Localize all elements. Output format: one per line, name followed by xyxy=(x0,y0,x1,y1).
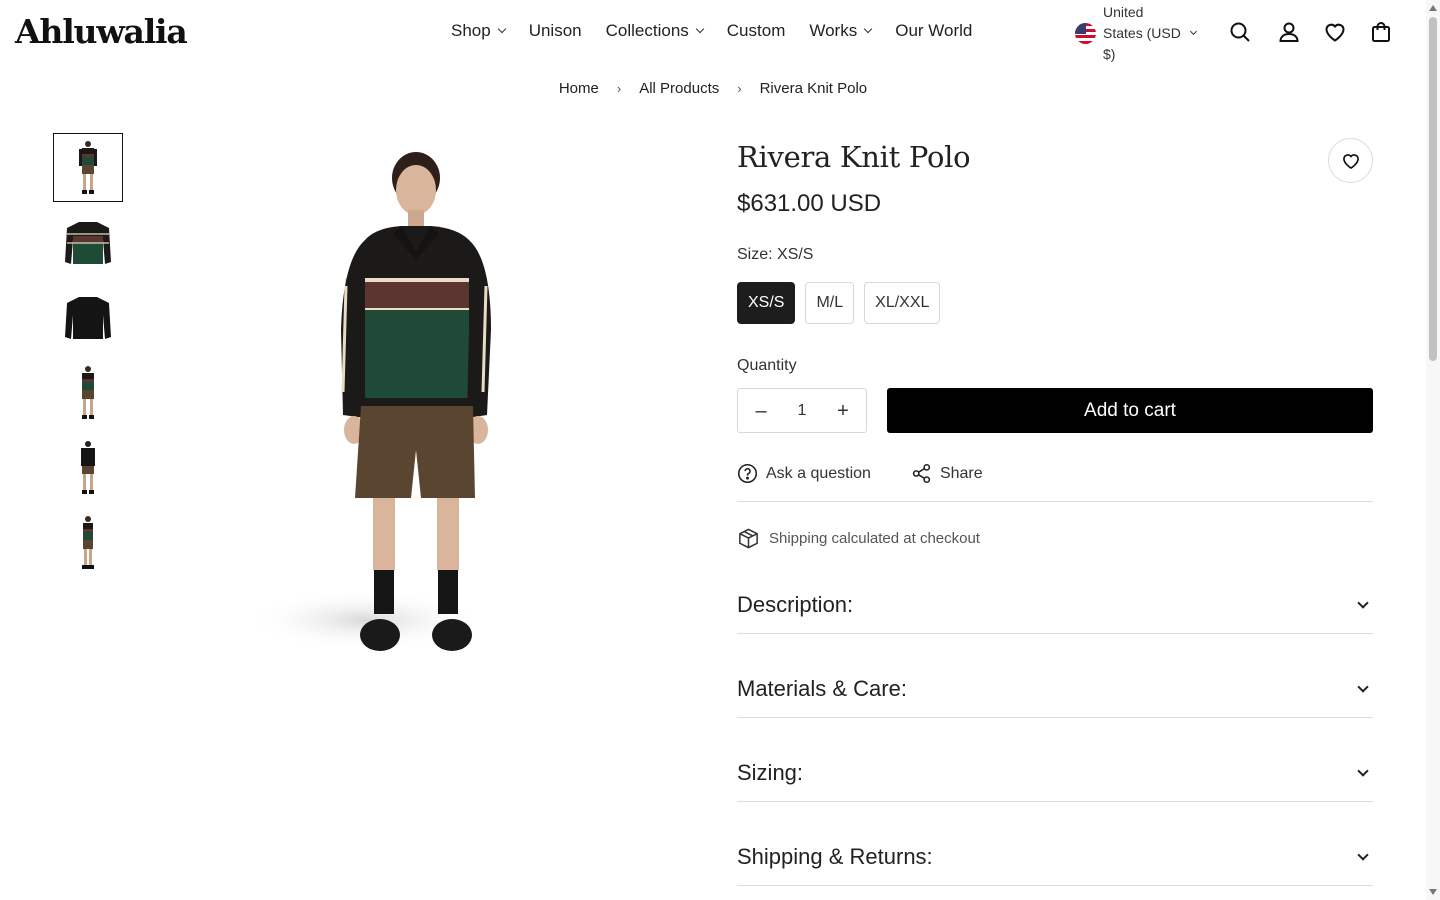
divider xyxy=(737,501,1373,502)
chevron-down-icon xyxy=(1189,27,1198,36)
product-info: Rivera Knit Polo $631.00 USD Size: XS/S … xyxy=(737,138,1373,886)
nav-shop[interactable]: Shop xyxy=(451,21,506,41)
accordion-title: Shipping & Returns: xyxy=(737,843,933,869)
shipping-note-text: Shipping calculated at checkout xyxy=(769,530,980,547)
quantity-label: Quantity xyxy=(737,357,797,374)
breadcrumb-current: Rivera Knit Polo xyxy=(759,80,868,97)
product-title: Rivera Knit Polo xyxy=(737,140,971,174)
scroll-down-arrow-icon[interactable] xyxy=(1429,889,1437,895)
search-icon xyxy=(1230,22,1250,42)
us-flag-icon xyxy=(1075,23,1096,44)
purchase-row: – 1 + Add to cart xyxy=(737,388,1373,433)
cart-button[interactable] xyxy=(1368,19,1394,45)
model-side-thumbnail-image xyxy=(82,515,94,569)
search-button[interactable] xyxy=(1227,19,1253,45)
add-to-cart-button[interactable]: Add to cart xyxy=(887,388,1373,433)
account-icon xyxy=(1279,22,1299,42)
accordion-title: Description: xyxy=(737,591,854,617)
ask-question-label: Ask a question xyxy=(766,464,871,482)
nav-shop-label: Shop xyxy=(451,21,491,40)
accordion-title: Sizing: xyxy=(737,759,804,785)
nav-custom-label: Custom xyxy=(726,21,786,40)
accordion-title: Materials & Care: xyxy=(737,675,907,701)
chevron-down-icon xyxy=(1357,764,1369,777)
size-option-xs-s[interactable]: XS/S xyxy=(737,282,796,324)
polo-front-thumbnail-image xyxy=(65,221,111,264)
brand-logo[interactable]: Ahluwalia xyxy=(15,12,188,51)
size-label: Size: XS/S xyxy=(737,246,814,263)
nav-custom[interactable]: Custom xyxy=(727,21,786,41)
model-wearing-polo-image xyxy=(245,152,491,651)
shipping-note: Shipping calculated at checkout xyxy=(737,527,1373,550)
heart-icon xyxy=(1342,153,1359,169)
chevron-down-icon xyxy=(1357,680,1369,693)
size-option-m-l[interactable]: M/L xyxy=(805,282,855,324)
quantity-stepper: – 1 + xyxy=(737,388,867,433)
nav-our-world[interactable]: Our World xyxy=(895,21,972,41)
nav-our-world-label: Our World xyxy=(895,21,973,40)
product-accordions: Description: Materials & Care: Sizing: S… xyxy=(737,550,1373,886)
quantity-value[interactable]: 1 xyxy=(798,402,807,420)
increase-quantity-button[interactable]: + xyxy=(834,401,852,421)
chevron-down-icon xyxy=(497,24,506,34)
model-angle-thumbnail-image xyxy=(82,365,94,419)
model-back-thumbnail-image xyxy=(81,440,95,494)
site-header: Ahluwalia Shop Unison Collections Custom… xyxy=(0,0,1426,66)
model-thumbnail-image xyxy=(79,140,97,194)
product-main-image[interactable] xyxy=(225,130,625,670)
chevron-down-icon xyxy=(863,24,873,34)
nav-collections[interactable]: Collections xyxy=(605,21,705,41)
breadcrumb-all-products[interactable]: All Products xyxy=(639,80,719,97)
nav-works-label: Works xyxy=(809,21,858,40)
thumbnail-model-front[interactable] xyxy=(53,133,123,202)
share-icon xyxy=(912,463,931,484)
size-option-xl-xxl[interactable]: XL/XXL xyxy=(864,282,941,324)
nav-collections-label: Collections xyxy=(605,21,689,40)
accordion-sizing[interactable]: Sizing: xyxy=(737,718,1373,802)
thumbnail-model-back[interactable] xyxy=(53,433,123,502)
thumbnail-model-angle[interactable] xyxy=(53,358,123,427)
accordion-description[interactable]: Description: xyxy=(737,550,1373,634)
main-nav: Shop Unison Collections Custom Works Our… xyxy=(451,21,996,41)
chevron-right-icon: › xyxy=(616,81,622,96)
thumbnail-model-side[interactable] xyxy=(53,508,123,577)
chevron-down-icon xyxy=(1357,848,1369,861)
wishlist-button[interactable] xyxy=(1322,19,1348,45)
thumbnail-polo-front[interactable] xyxy=(53,208,123,277)
shopping-bag-icon xyxy=(1372,22,1390,42)
chevron-down-icon xyxy=(1357,596,1369,609)
thumbnail-polo-back[interactable] xyxy=(53,283,123,352)
breadcrumb-home[interactable]: Home xyxy=(559,80,599,97)
product-actions: Ask a question Share xyxy=(737,463,1373,484)
nav-works[interactable]: Works xyxy=(809,21,873,41)
polo-back-thumbnail-image xyxy=(65,296,111,339)
accordion-shipping-returns[interactable]: Shipping & Returns: xyxy=(737,802,1373,886)
accordion-materials-care[interactable]: Materials & Care: xyxy=(737,634,1373,718)
product-price: $631.00 USD xyxy=(737,190,882,217)
scroll-up-arrow-icon[interactable] xyxy=(1429,5,1437,11)
ask-question-link[interactable]: Ask a question xyxy=(737,463,871,484)
add-to-wishlist-button[interactable] xyxy=(1328,138,1373,183)
account-button[interactable] xyxy=(1276,19,1302,45)
share-label: Share xyxy=(939,464,983,482)
currency-selector[interactable]: United States (USD $) xyxy=(1075,2,1198,65)
thumbnail-list xyxy=(53,133,123,583)
chevron-right-icon: › xyxy=(737,81,742,96)
question-icon xyxy=(737,463,758,484)
scrollbar-thumb[interactable] xyxy=(1429,17,1437,361)
page-scrollbar[interactable] xyxy=(1426,0,1440,900)
breadcrumb: Home › All Products › Rivera Knit Polo xyxy=(0,80,1426,97)
heart-icon xyxy=(1325,23,1345,42)
package-icon xyxy=(739,528,758,549)
share-link[interactable]: Share xyxy=(911,463,983,484)
chevron-down-icon xyxy=(695,24,705,34)
nav-unison[interactable]: Unison xyxy=(529,21,582,41)
size-options: XS/S M/L XL/XXL xyxy=(737,282,1373,324)
nav-unison-label: Unison xyxy=(528,21,582,40)
decrease-quantity-button[interactable]: – xyxy=(752,401,770,421)
currency-label: United States (USD $) xyxy=(1103,4,1181,62)
